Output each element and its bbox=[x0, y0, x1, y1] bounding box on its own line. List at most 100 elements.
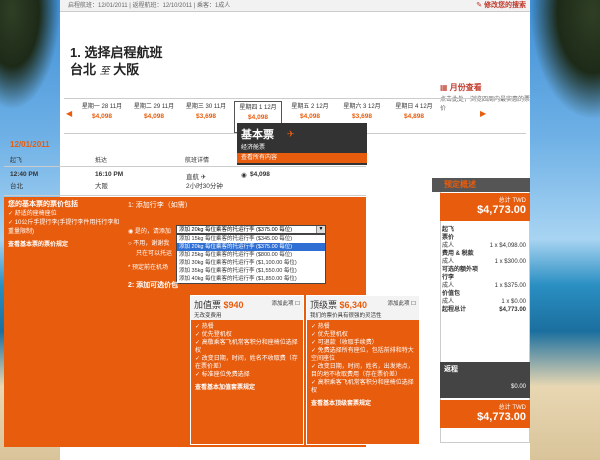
top-package-rules-link[interactable]: 查看基本顶级套票规定 bbox=[307, 398, 419, 407]
fare-subtitle: 经济舱票 bbox=[241, 145, 266, 151]
top-package-add-checkbox[interactable]: 添加此项 ☐ bbox=[388, 299, 416, 307]
destination-city: 大阪 bbox=[113, 62, 140, 77]
feature-item: 高敬乘客飞机常客积分和座椅位选择权 bbox=[195, 339, 299, 355]
top-package-name: 顶级票 bbox=[310, 300, 338, 310]
route-title: 台北 至 大阪 bbox=[70, 59, 139, 78]
search-summary-bar: 启程航班：12/01/2011 | 返程航班：12/10/2011 | 乘客：1… bbox=[60, 0, 530, 12]
feature-item: 可退款（收取手续费） bbox=[311, 339, 415, 347]
summary-final-total: $4,773.00 bbox=[477, 411, 526, 423]
route-to: 至 bbox=[99, 66, 110, 77]
summary-return-title: 返程 bbox=[444, 366, 458, 373]
next-arrow-icon[interactable]: ▶ bbox=[480, 109, 486, 118]
feature-item: 改变日期，时间，姓名，出发地点，目的地不收取费用（存在票价差） bbox=[311, 363, 415, 379]
search-summary: 启程航班：12/01/2011 | 返程航班：12/10/2011 | 乘客：1… bbox=[68, 3, 231, 9]
top-package-card: 顶级票 $6,340 我们的票价具有很强的灵活性 添加此项 ☐ 热餐 优先登机权… bbox=[306, 295, 420, 445]
summary-breakdown: 起飞 票价 成人 1 x $4,098.00 费用 & 税款 成人 1 x $300… bbox=[442, 226, 528, 314]
top-package-features: 热餐 优先登机权 可退款（收取手续费） 免费选择所有座位，包括前排和特大空间座位… bbox=[307, 320, 419, 398]
summary-dep-title: 起飞 bbox=[442, 227, 455, 233]
feature-item: 标准座位免费选择 bbox=[195, 371, 299, 379]
baggage-option[interactable]: 添加 25kg 每位乘客的托运行李 ($800.00 每位) bbox=[177, 251, 325, 259]
summary-total: $4,773.00 bbox=[477, 204, 526, 216]
baggage-yes[interactable]: ◉ 是的，请添加 bbox=[128, 226, 171, 235]
baggage-title: 1: 添加行李（如需） bbox=[128, 202, 192, 209]
plane-icon: ✈ bbox=[287, 129, 295, 139]
summary-row: 成人 1 x $300.00 bbox=[442, 259, 526, 265]
col-departure: 起飞 bbox=[10, 158, 23, 164]
summary-return-value: $0.00 bbox=[510, 384, 526, 390]
top-package-header: 顶级票 $6,340 我们的票价具有很强的灵活性 添加此项 ☐ bbox=[307, 296, 419, 320]
flight-row: 12:40 PM 台北 16:10 PM 大阪 直航 ✈ 2小时30分钟 ◉ $… bbox=[4, 166, 366, 196]
view-all-link[interactable]: 查看所有内容 bbox=[237, 153, 367, 163]
date-tab[interactable]: 星期二 29 11月 $4,098 bbox=[130, 101, 178, 133]
summary-return-box: 返程 $0.00 bbox=[440, 362, 530, 398]
value-package-add-checkbox[interactable]: 添加此项 ☐ bbox=[272, 299, 300, 307]
baggage-option[interactable]: 添加 15kg 每位乘客的托运行李 ($345.00 每位) bbox=[177, 235, 325, 243]
value-package-sub: 无改变费用 bbox=[194, 313, 222, 319]
fare-radio[interactable]: ◉ bbox=[241, 171, 247, 179]
date-tab[interactable]: 星期一 28 11月 $4,098 bbox=[78, 101, 126, 133]
summary-row: 起程总计 $4,773.00 bbox=[442, 307, 526, 313]
summary-row: 票价 bbox=[442, 235, 455, 241]
summary-row: 行李 bbox=[442, 275, 455, 281]
top-package-sub: 我们的票价具有很强的灵活性 bbox=[310, 313, 382, 319]
basic-includes: 您的基本票的票价包括 ✓ 舒适的座椅座位 ✓ 10公斤手提行李(手提行李件用托行… bbox=[8, 200, 122, 250]
flight-duration: 2小时30分钟 bbox=[186, 183, 223, 190]
include-item: ✓ 舒适的座椅座位 bbox=[8, 211, 57, 217]
summary-row: 成人 1 x $0.00 bbox=[442, 299, 526, 305]
baggage-option[interactable]: 添加 40kg 每位乘客的托运行李 ($1,850.00 每位) bbox=[177, 275, 325, 283]
basic-rules-link[interactable]: 查看基本票的票价规定 bbox=[8, 241, 122, 250]
flight-date: 12/01/2011 bbox=[10, 140, 50, 149]
baggage-options-list: 添加 15kg 每位乘客的托运行李 ($345.00 每位) 添加 20kg 每… bbox=[176, 234, 326, 284]
top-package-price: $6,340 bbox=[339, 300, 368, 310]
summary-row: 费用 & 税款 bbox=[442, 251, 474, 257]
value-package-rules-link[interactable]: 查看基本加值套票规定 bbox=[191, 382, 303, 391]
summary-final-box: 总计 TWD $4,773.00 bbox=[440, 400, 530, 428]
summary-row: 价值包 bbox=[442, 291, 461, 297]
modify-search-link[interactable]: ✎ 修改您的搜索 bbox=[476, 0, 526, 12]
fare-price: $4,098 bbox=[250, 171, 270, 178]
summary-row: 成人 1 x $4,098.00 bbox=[442, 243, 526, 249]
date-tab[interactable]: 星期日 4 12月 $4,898 bbox=[390, 101, 438, 133]
baggage-option-highlighted[interactable]: 添加 20kg 每位乘客的托运行李 ($375.00 每位) bbox=[177, 243, 325, 251]
value-package-price: $940 bbox=[223, 300, 244, 310]
summary-row: 可选的额外项 bbox=[442, 267, 479, 273]
feature-item: 热餐 bbox=[311, 323, 415, 331]
fare-title: 基本票 bbox=[241, 129, 274, 141]
arr-city: 大阪 bbox=[95, 183, 108, 190]
baggage-option[interactable]: 添加 30kg 每位乘客的托运行李 ($1,100.00 每位) bbox=[177, 259, 325, 267]
feature-item: 高积乘客飞机常客积分和座椅位选择权 bbox=[311, 379, 415, 395]
value-package-card: 加值票 $940 无改变费用 添加此项 ☐ 热餐 优先登机权 高敬乘客飞机常客积… bbox=[190, 295, 304, 445]
baggage-note: * 预定前在机场 bbox=[128, 265, 169, 271]
include-item: ✓ 10公斤手提行李(手提行李件用托行李和重量限制) bbox=[8, 220, 120, 235]
value-package-features: 热餐 优先登机权 高敬乘客飞机常客积分和座椅位选择权 改变日期，时间，姓名不收取… bbox=[191, 320, 303, 382]
calendar-icon: ▦ 月份查看 bbox=[440, 83, 482, 92]
baggage-select[interactable]: 添加 20kg 每位乘客的托运行李 ($375.00 每位) ▼ bbox=[176, 225, 326, 234]
summary-title: 预定概述 bbox=[432, 178, 530, 192]
col-arrival: 抵达 bbox=[95, 158, 108, 164]
feature-item: 热餐 bbox=[195, 323, 299, 331]
origin-city: 台北 bbox=[70, 62, 97, 77]
baggage-no[interactable]: ○ 不用，谢谢我 bbox=[128, 238, 169, 247]
column-headers: 起飞 抵达 航班详情 bbox=[10, 155, 237, 165]
dep-time: 12:40 PM bbox=[10, 171, 39, 178]
baggage-no-sub: 只在可以托运 bbox=[136, 251, 173, 257]
feature-item: 优先登机权 bbox=[195, 331, 299, 339]
value-package-name: 加值票 bbox=[194, 300, 222, 310]
col-details: 航班详情 bbox=[185, 158, 210, 164]
palm-decoration-left bbox=[0, 0, 60, 110]
feature-item: 改变日期，时间，姓名不收取费（存在票价差） bbox=[195, 355, 299, 371]
summary-row: 成人 1 x $375.00 bbox=[442, 283, 526, 289]
basic-includes-title: 您的基本票的票价包括 bbox=[8, 201, 78, 208]
date-tab[interactable]: 星期三 30 11月 $3,698 bbox=[182, 101, 230, 133]
summary-total-box: 总计 TWD $4,773.00 bbox=[440, 193, 530, 221]
feature-item: 免费选择所有座位，包括前排和特大空间座位 bbox=[311, 347, 415, 363]
palm-decoration-right bbox=[530, 0, 600, 120]
value-package-header: 加值票 $940 无改变费用 添加此项 ☐ bbox=[191, 296, 303, 320]
chevron-down-icon[interactable]: ▼ bbox=[316, 226, 325, 233]
arr-time: 16:10 PM bbox=[95, 171, 124, 178]
dep-city: 台北 bbox=[10, 183, 23, 190]
feature-item: 优先登机权 bbox=[311, 331, 415, 339]
section2-title: 2: 添加可选价包 bbox=[128, 282, 179, 289]
baggage-option[interactable]: 添加 35kg 每位乘客的托运行李 ($1,550.00 每位) bbox=[177, 267, 325, 275]
prev-arrow-icon[interactable]: ◀ bbox=[66, 109, 72, 118]
